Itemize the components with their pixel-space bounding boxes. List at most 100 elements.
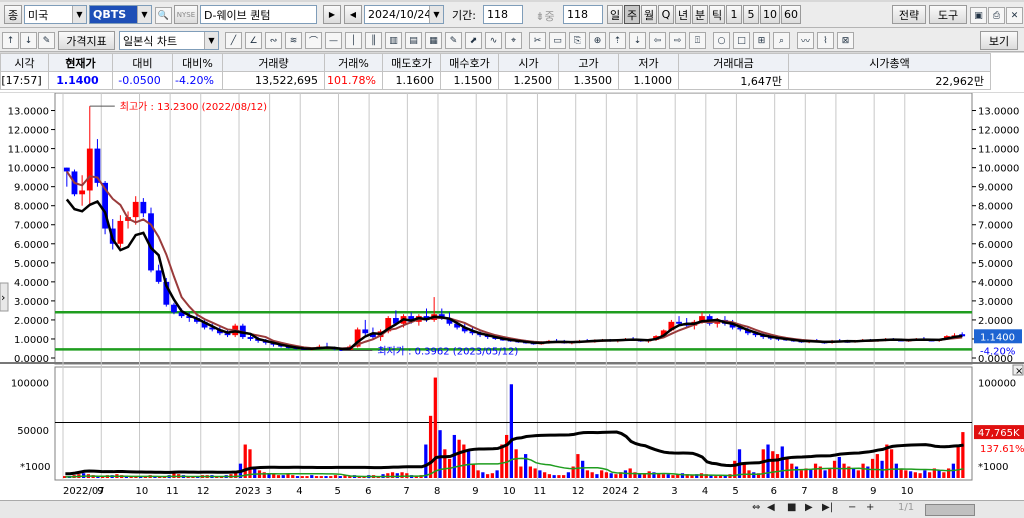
type-button[interactable]: 종 bbox=[4, 5, 22, 24]
circle-icon[interactable]: ○ bbox=[713, 32, 730, 49]
magnify-icon[interactable]: ⌕ bbox=[773, 32, 790, 49]
quote-value-row: [17:57] 1.1400 -0.0500 -4.20% 13,522,695 101.… bbox=[0, 71, 991, 90]
fib-fan-icon[interactable]: ≋ bbox=[285, 32, 302, 49]
toolbar-top: 종 미국 ▼ QBTS ▼ 🔍 NYSE D-웨이브 퀀텀 ▶ ◀ 2024/10/… bbox=[0, 2, 1024, 28]
candle-body bbox=[247, 337, 254, 339]
channel-icon[interactable]: ║ bbox=[365, 32, 382, 49]
price-chart[interactable]: 13.0000 13.0000 12.0000 12.0000 11.0000 11.00… bbox=[0, 92, 1024, 500]
timeframe-1-button[interactable]: 일 bbox=[607, 5, 623, 24]
price-axis-label-right: 9.0000 bbox=[978, 183, 1013, 194]
volume-bar bbox=[771, 451, 775, 478]
timeframe-6-button[interactable]: 분 bbox=[692, 5, 708, 24]
date-field[interactable]: 2024/10/24 ▼ bbox=[364, 5, 444, 24]
volume-axis-label-right: 100000 bbox=[978, 378, 1016, 389]
edit-icon[interactable]: ✎ bbox=[38, 32, 55, 49]
chevron-down-icon[interactable]: ▼ bbox=[72, 6, 86, 23]
arc-icon[interactable]: ⌒ bbox=[305, 32, 322, 49]
x-axis-label: 11 bbox=[533, 486, 546, 497]
print-icon[interactable]: ⎙ bbox=[988, 7, 1005, 24]
save-icon[interactable]: ▣ bbox=[970, 7, 987, 24]
search-icon[interactable]: 🔍 bbox=[155, 7, 172, 24]
volume-bar bbox=[428, 415, 433, 478]
timeframe-4-button[interactable]: Q bbox=[658, 5, 674, 24]
wave-icon[interactable]: ∿ bbox=[485, 32, 502, 49]
plus-icon[interactable]: + bbox=[866, 502, 874, 513]
timeframe-7-button[interactable]: 틱 bbox=[709, 5, 725, 24]
prev-icon[interactable]: ◀ bbox=[344, 5, 362, 24]
quote-value-cell: 1,647만 bbox=[678, 71, 789, 90]
chart-type-select[interactable]: 일본식 차트 ▼ bbox=[119, 31, 219, 50]
timeframe-9-button[interactable]: 5 bbox=[743, 5, 759, 24]
timeframe-3-button[interactable]: 월 bbox=[641, 5, 657, 24]
scroll-thumb[interactable] bbox=[925, 504, 975, 516]
chart-box-icon[interactable]: ⊠ bbox=[837, 32, 854, 49]
indicator-button[interactable]: 가격지표 bbox=[58, 31, 115, 50]
target-icon[interactable]: ⌖ bbox=[505, 32, 522, 49]
cross-icon[interactable]: ⊕ bbox=[589, 32, 606, 49]
arrow-down-icon[interactable]: ↓ bbox=[20, 32, 37, 49]
end-icon[interactable]: ▶| bbox=[822, 502, 833, 513]
bar-icon[interactable]: ⌇ bbox=[817, 32, 834, 49]
line-icon[interactable]: ╱ bbox=[225, 32, 242, 49]
copy-icon[interactable]: ⎘ bbox=[569, 32, 586, 49]
quote-value-cell: 1.3500 bbox=[558, 71, 619, 90]
minus-icon[interactable]: − bbox=[848, 502, 856, 513]
grid-icon[interactable]: ▥ bbox=[385, 32, 402, 49]
plus-box-icon[interactable]: ⊞ bbox=[753, 32, 770, 49]
volume-bar bbox=[851, 468, 856, 478]
volume-bar bbox=[557, 475, 561, 478]
stop-icon[interactable]: ■ bbox=[787, 502, 796, 513]
chart-canvas[interactable]: 13.0000 13.0000 12.0000 12.0000 11.0000 11.00… bbox=[0, 92, 1024, 500]
period-label: 기간: bbox=[452, 8, 476, 22]
prev-icon[interactable]: ◀ bbox=[767, 502, 775, 513]
angle-icon[interactable]: ∠ bbox=[245, 32, 262, 49]
left-icon[interactable]: ⇦ bbox=[649, 32, 666, 49]
hline-icon[interactable]: — bbox=[325, 32, 342, 49]
volume-bar bbox=[647, 471, 651, 478]
rect-grid-icon[interactable]: ▤ bbox=[405, 32, 422, 49]
trend-icon[interactable]: 〰 bbox=[797, 32, 814, 49]
volume-bar bbox=[485, 474, 490, 478]
timeframe-10-button[interactable]: 10 bbox=[760, 5, 780, 24]
vline-icon[interactable]: │ bbox=[345, 32, 362, 49]
fib-arc-icon[interactable]: ∾ bbox=[265, 32, 282, 49]
pen-icon[interactable]: ✎ bbox=[445, 32, 462, 49]
count-input[interactable]: 118 bbox=[563, 5, 603, 24]
timeframe-5-button[interactable]: 년 bbox=[675, 5, 691, 24]
timeframe-2-button[interactable]: 주 bbox=[624, 5, 640, 24]
square-icon[interactable]: □ bbox=[733, 32, 750, 49]
stock-name-field[interactable]: D-웨이브 퀀텀 bbox=[200, 5, 317, 24]
volume-bar bbox=[823, 470, 827, 478]
strategy-button[interactable]: 전략 bbox=[892, 5, 926, 24]
next-icon[interactable]: ▶ bbox=[805, 502, 813, 513]
volume-bar bbox=[471, 463, 475, 478]
timeframe-11-button[interactable]: 60 bbox=[781, 5, 801, 24]
timeframe-8-button[interactable]: 1 bbox=[726, 5, 742, 24]
arrow-icon[interactable]: ⬈ bbox=[465, 32, 482, 49]
arrow-up-icon[interactable]: ↑ bbox=[2, 32, 19, 49]
candle-body bbox=[155, 270, 162, 282]
symbol-field[interactable]: QBTS ▼ bbox=[89, 5, 152, 24]
zoom-icon[interactable]: ⇔ bbox=[752, 502, 760, 513]
quote-header-cell: 매수호가 bbox=[440, 53, 499, 72]
chevron-down-icon[interactable]: ▼ bbox=[204, 32, 218, 49]
cut-icon[interactable]: ✂ bbox=[529, 32, 546, 49]
chevron-down-icon[interactable]: ▼ bbox=[137, 6, 151, 23]
chevron-down-icon[interactable]: ▼ bbox=[429, 6, 443, 23]
market-select[interactable]: 미국 ▼ bbox=[24, 5, 87, 24]
pager-text: 1/1 bbox=[898, 502, 915, 513]
table-icon[interactable]: ▦ bbox=[425, 32, 442, 49]
price-axis-label-left: 2.0000 bbox=[14, 316, 49, 327]
period-input[interactable]: 118 bbox=[483, 5, 523, 24]
close-icon[interactable]: ✕ bbox=[1006, 7, 1023, 24]
view-button[interactable]: 보기 bbox=[980, 31, 1018, 50]
page-icon[interactable]: ⍐ bbox=[689, 32, 706, 49]
right-icon[interactable]: ⇨ bbox=[669, 32, 686, 49]
tools-button[interactable]: 도구 bbox=[929, 5, 967, 24]
volume-bar bbox=[300, 476, 304, 478]
down-icon[interactable]: ⇣ bbox=[629, 32, 646, 49]
price-panel bbox=[54, 92, 973, 365]
play-icon[interactable]: ▶ bbox=[323, 5, 341, 24]
box-icon[interactable]: ▭ bbox=[549, 32, 566, 49]
up-icon[interactable]: ⇡ bbox=[609, 32, 626, 49]
